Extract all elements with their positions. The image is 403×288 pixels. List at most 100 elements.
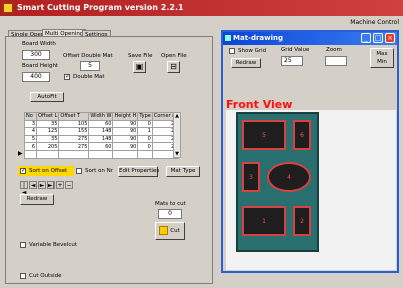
row-pointer-icon: ▶ — [18, 150, 23, 157]
cut-outside-label: Cut Outside — [29, 273, 62, 279]
open-file-button[interactable]: ⊟ — [167, 61, 180, 73]
column-header: Offset T — [58, 112, 90, 121]
opening-4[interactable]: 4 — [267, 162, 311, 192]
mat-type-button[interactable]: Mat Type — [166, 166, 200, 177]
table-cell[interactable] — [137, 149, 153, 159]
table-cell[interactable]: 35 — [35, 119, 60, 129]
app-icon — [3, 3, 13, 13]
mats-to-cut-label: Mats to cut — [155, 201, 186, 207]
table-cell[interactable]: 275 — [58, 142, 90, 151]
table-cell[interactable]: 0 — [137, 134, 153, 144]
openings-table[interactable]: No Offset L Offset T Width W Height H Ty… — [24, 112, 180, 159]
table-cell[interactable]: 90 — [112, 134, 139, 144]
save-file-label: Save File — [128, 53, 153, 59]
table-scrollbar[interactable]: ▲ ▼ — [173, 112, 181, 158]
nav-add-button[interactable]: + — [56, 181, 64, 189]
variable-bevelcut-checkbox[interactable] — [20, 242, 26, 248]
table-cell[interactable]: 0 — [137, 142, 153, 151]
zoom-field[interactable] — [325, 56, 347, 66]
offset-double-mat-label: Offset Double Mat — [63, 53, 113, 59]
min-label: Min — [377, 59, 387, 65]
table-cell[interactable]: 5 — [24, 134, 37, 144]
table-cell[interactable]: 6 — [24, 142, 37, 151]
minimize-icon[interactable]: _ — [361, 33, 371, 43]
offset-double-mat-field[interactable]: 5 — [80, 61, 100, 71]
table-cell[interactable]: 60 — [88, 142, 114, 151]
table-cell[interactable]: 3 — [24, 119, 37, 129]
close-icon[interactable]: × — [385, 33, 395, 43]
app-title: Smart Cutting Program version 2.2.1 — [17, 3, 184, 12]
open-file-label: Open File — [161, 53, 187, 59]
table-cell[interactable]: 275 — [58, 134, 90, 144]
autofit-button[interactable]: AutoFit — [30, 92, 64, 102]
table-header-row: No Offset L Offset T Width W Height H Ty… — [24, 112, 180, 121]
table-cell[interactable]: 60 — [88, 119, 114, 129]
scroll-up-icon[interactable]: ▲ — [174, 113, 180, 119]
column-header: Offset L — [35, 112, 60, 121]
nav-delete-button[interactable]: − — [65, 181, 73, 189]
floppy-icon: ▣ — [135, 62, 144, 71]
table-cell[interactable]: 90 — [112, 127, 139, 136]
max-min-button[interactable]: Max Min — [370, 48, 394, 68]
table-cell[interactable]: 105 — [58, 119, 90, 129]
table-cell[interactable]: 1 — [137, 127, 153, 136]
table-cell[interactable]: 125 — [35, 127, 60, 136]
table-cell[interactable]: 0 — [137, 119, 153, 129]
cut-outside-checkbox[interactable] — [20, 273, 26, 279]
table-cell[interactable]: 4 — [24, 127, 37, 136]
mat-board: 5 6 3 4 1 2 — [236, 112, 319, 252]
board-width-label: Board Width — [22, 41, 56, 47]
mats-to-cut-field[interactable]: 0 — [158, 209, 182, 219]
table-row[interactable]: 412515514890120 — [24, 127, 180, 136]
opening-5[interactable]: 5 — [242, 120, 286, 150]
table-cell[interactable]: 90 — [112, 142, 139, 151]
sort-on-offset-checkbox[interactable] — [20, 167, 26, 174]
mat-drawing-canvas[interactable]: 5 6 3 4 1 2 — [226, 110, 396, 270]
edit-properties-button[interactable]: Edit Properties — [118, 166, 159, 177]
cut-button[interactable]: Cut — [155, 222, 185, 240]
table-cell[interactable]: 35 — [35, 134, 60, 144]
machine-control-link[interactable]: Machine Control — [350, 19, 399, 26]
sort-on-nr-label: Sort on Nr — [85, 168, 113, 174]
opening-2[interactable]: 2 — [293, 206, 311, 236]
table-cell[interactable]: 148 — [88, 134, 114, 144]
double-mat-checkbox[interactable] — [64, 73, 70, 80]
table-row[interactable]: 3351056090020 — [24, 119, 180, 129]
table-cell[interactable] — [24, 149, 37, 159]
nav-next-button[interactable]: ► — [38, 181, 46, 189]
save-file-button[interactable]: ▣ — [133, 61, 146, 73]
opening-6[interactable]: 6 — [293, 120, 311, 150]
opening-1[interactable]: 1 — [242, 206, 286, 236]
nav-prev-button[interactable]: ◄ — [29, 181, 37, 189]
redraw-button[interactable]: Redraw — [20, 194, 54, 205]
show-grid-checkbox[interactable] — [229, 48, 235, 54]
nav-last-button[interactable]: ►| — [47, 181, 55, 189]
nav-first-button[interactable]: |◄ — [20, 181, 28, 196]
column-header: Height H — [112, 112, 139, 121]
folder-open-icon: ⊟ — [170, 62, 177, 71]
table-cell[interactable]: 148 — [88, 127, 114, 136]
sort-on-offset-label: Sort on Offset — [29, 168, 68, 174]
board-width-field[interactable]: 300 — [22, 50, 50, 60]
table-cell[interactable]: 155 — [58, 127, 90, 136]
variable-bevelcut-label: Variable Bevelcut — [29, 242, 78, 248]
sort-on-nr-checkbox[interactable] — [76, 168, 82, 174]
table-cell[interactable]: 90 — [112, 119, 139, 129]
table-row[interactable]: 53527514890020 — [24, 134, 180, 144]
table-cell[interactable]: 205 — [35, 142, 60, 151]
table-row[interactable] — [24, 149, 180, 159]
table-cell[interactable] — [112, 149, 139, 159]
table-cell[interactable] — [58, 149, 90, 159]
grid-value-label: Grid Value — [281, 47, 310, 53]
board-height-field[interactable]: 400 — [22, 72, 50, 82]
table-cell[interactable] — [35, 149, 60, 159]
opening-3[interactable]: 3 — [242, 162, 260, 192]
mat-redraw-button[interactable]: Redraw — [231, 58, 261, 68]
grid-value-field[interactable]: 25 — [281, 56, 303, 66]
column-header: Width W — [88, 112, 114, 121]
table-cell[interactable] — [88, 149, 114, 159]
scroll-down-icon[interactable]: ▼ — [174, 151, 180, 157]
table-row[interactable]: 62052756090020 — [24, 142, 180, 151]
mat-drawing-title-bar: Mat-drawing _ □ × — [223, 32, 397, 45]
maximize-icon[interactable]: □ — [373, 33, 383, 43]
